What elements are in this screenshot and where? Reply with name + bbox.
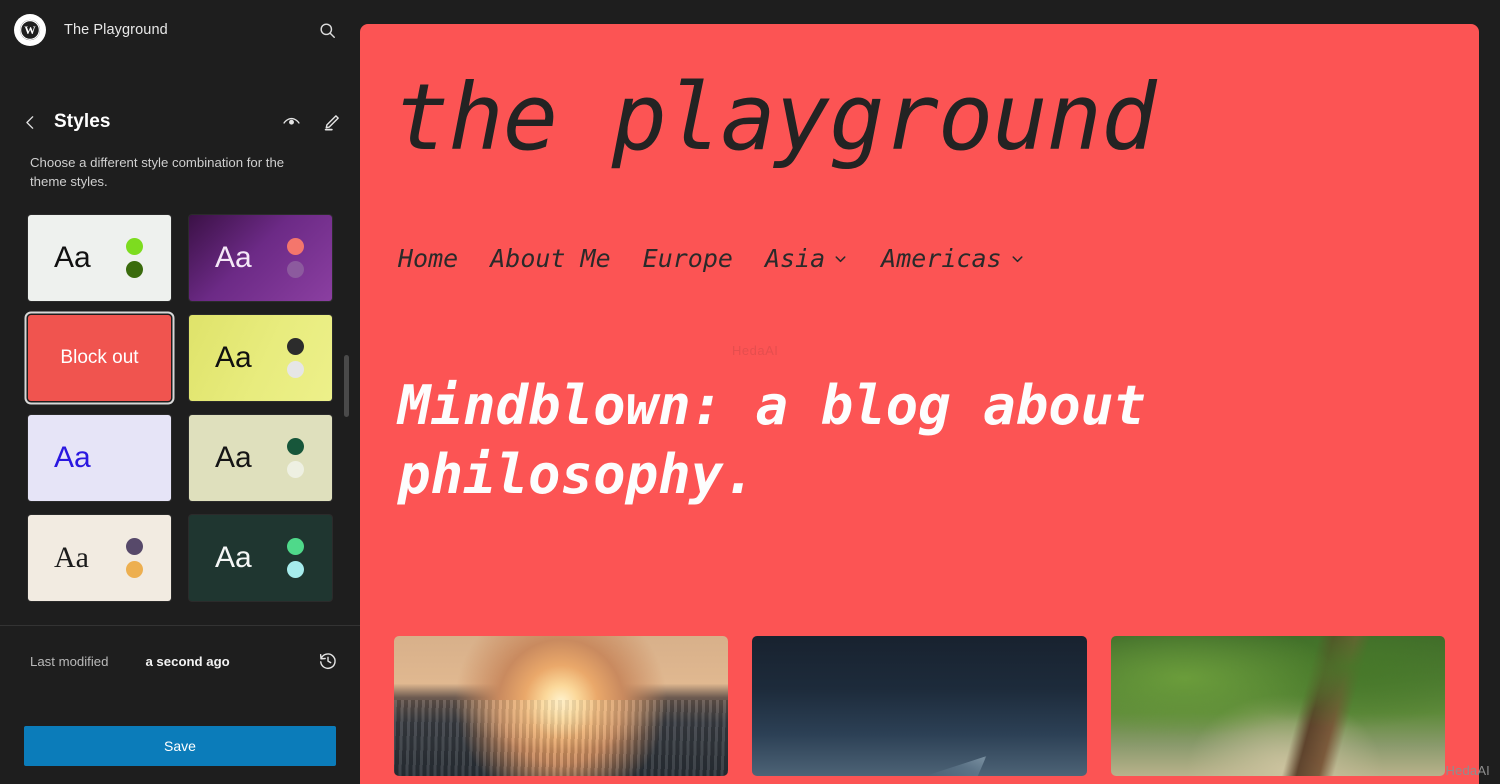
style-swatch-color-dots — [126, 538, 143, 579]
style-swatch-block-out[interactable]: Block out — [28, 315, 171, 402]
back-button[interactable] — [16, 108, 44, 136]
thumb-forest-path[interactable] — [1110, 636, 1445, 776]
chevron-down-icon[interactable] — [832, 244, 849, 273]
page-title: Styles — [54, 111, 111, 132]
style-swatch-aa: Aa — [54, 541, 89, 575]
color-dot — [287, 461, 304, 479]
style-swatch-color-dots — [287, 338, 304, 379]
style-swatch-aa: Aa — [54, 241, 91, 275]
color-dot — [126, 561, 143, 579]
site-preview-canvas[interactable]: the playground Home About Me Europe Asia Ame… — [360, 24, 1479, 784]
preview-headline: Mindblown: a blog about philosophy. — [398, 374, 1146, 507]
save-button[interactable]: Save — [24, 726, 336, 766]
style-swatch-color-dots — [287, 438, 304, 479]
color-dot — [287, 561, 304, 579]
style-swatch-color-dots — [287, 238, 304, 279]
nav-item-home[interactable]: Home — [398, 244, 458, 273]
style-swatch-aa: Aa — [215, 241, 252, 275]
thumb-night-sky[interactable] — [752, 636, 1087, 776]
style-swatch-sage-green[interactable]: Aa — [189, 415, 332, 502]
color-dot — [287, 538, 304, 556]
style-swatch-aa: Aa — [54, 441, 91, 475]
svg-text:W: W — [24, 25, 36, 37]
sidebar-topbar: W The Playground — [0, 0, 360, 60]
nav-item-label: Asia — [764, 244, 826, 273]
style-variations-list: Aa Aa Block out Aa Aa Aa Aa Aa — [0, 215, 360, 602]
style-swatch-cream-serif[interactable]: Aa — [28, 515, 171, 602]
color-dot — [287, 261, 304, 279]
nav-item-asia[interactable]: Asia — [765, 244, 849, 273]
preview-navigation: Home About Me Europe Asia Americas — [394, 244, 1445, 273]
watermark: HedaAI — [1445, 763, 1490, 778]
site-editor-app: W The Playground Styles Choose a differe… — [0, 0, 1500, 784]
save-bar: Save — [0, 726, 360, 784]
styles-sidebar: W The Playground Styles Choose a differe… — [0, 0, 360, 784]
search-icon[interactable] — [310, 13, 344, 47]
nav-item-americas[interactable]: Americas — [881, 244, 1025, 273]
style-swatch-lavender-blue[interactable]: Aa — [28, 415, 171, 502]
color-dot — [126, 238, 143, 256]
color-dot — [126, 538, 143, 556]
last-modified-value: a second ago — [145, 653, 230, 669]
style-swatch-yellow-lime[interactable]: Aa — [189, 315, 332, 402]
style-swatch-light-green[interactable]: Aa — [28, 215, 171, 302]
thumb-sunset-over-water[interactable] — [394, 636, 729, 776]
site-preview-content: the playground Home About Me Europe Asia Ame… — [360, 24, 1479, 784]
sidebar-scrollbar[interactable] — [344, 355, 349, 417]
style-swatch-color-dots — [287, 538, 304, 579]
preview-headline-block: HedaAI Mindblown: a blog about philosoph… — [394, 343, 1445, 509]
style-swatch-color-dots — [126, 238, 143, 279]
editor-canvas-area: the playground Home About Me Europe Asia Ame… — [360, 0, 1500, 784]
nav-item-europe[interactable]: Europe — [643, 244, 733, 273]
preview-thumbnail-row — [394, 636, 1445, 776]
color-dot — [287, 438, 304, 456]
nav-item-label: Home — [398, 244, 459, 273]
eye-icon[interactable] — [276, 107, 306, 137]
wordpress-logo-icon[interactable]: W — [14, 14, 46, 46]
faint-watermark: HedaAI — [732, 343, 779, 358]
style-swatch-aa: Aa — [215, 341, 252, 375]
styles-description: Choose a different style combination for… — [30, 155, 285, 189]
styles-header-actions — [276, 107, 346, 137]
nav-item-label: Europe — [642, 244, 733, 273]
color-dot — [287, 338, 304, 356]
color-dot — [287, 361, 304, 379]
pencil-icon[interactable] — [316, 107, 346, 137]
style-swatch-aa: Aa — [215, 441, 252, 475]
style-swatch-dark-teal[interactable]: Aa — [189, 515, 332, 602]
styles-panel-header: Styles — [0, 98, 360, 146]
revision-history-icon[interactable] — [312, 645, 344, 677]
site-title: The Playground — [64, 22, 168, 38]
color-dot — [287, 238, 304, 256]
last-modified-row: Last modified a second ago — [0, 626, 360, 696]
color-dot — [126, 261, 143, 279]
chevron-down-icon[interactable] — [1009, 244, 1026, 273]
last-modified-label: Last modified — [30, 653, 109, 669]
style-swatch-label: Block out — [60, 347, 139, 369]
nav-item-label: About Me — [490, 244, 611, 273]
nav-item-label: Americas — [881, 244, 1002, 273]
style-swatch-aa: Aa — [215, 541, 252, 575]
style-variations-grid: Aa Aa Block out Aa Aa Aa Aa Aa — [28, 215, 332, 602]
style-swatch-purple-gradient[interactable]: Aa — [189, 215, 332, 302]
preview-site-title: the playground — [394, 64, 1156, 171]
nav-item-about-me[interactable]: About Me — [490, 244, 610, 273]
